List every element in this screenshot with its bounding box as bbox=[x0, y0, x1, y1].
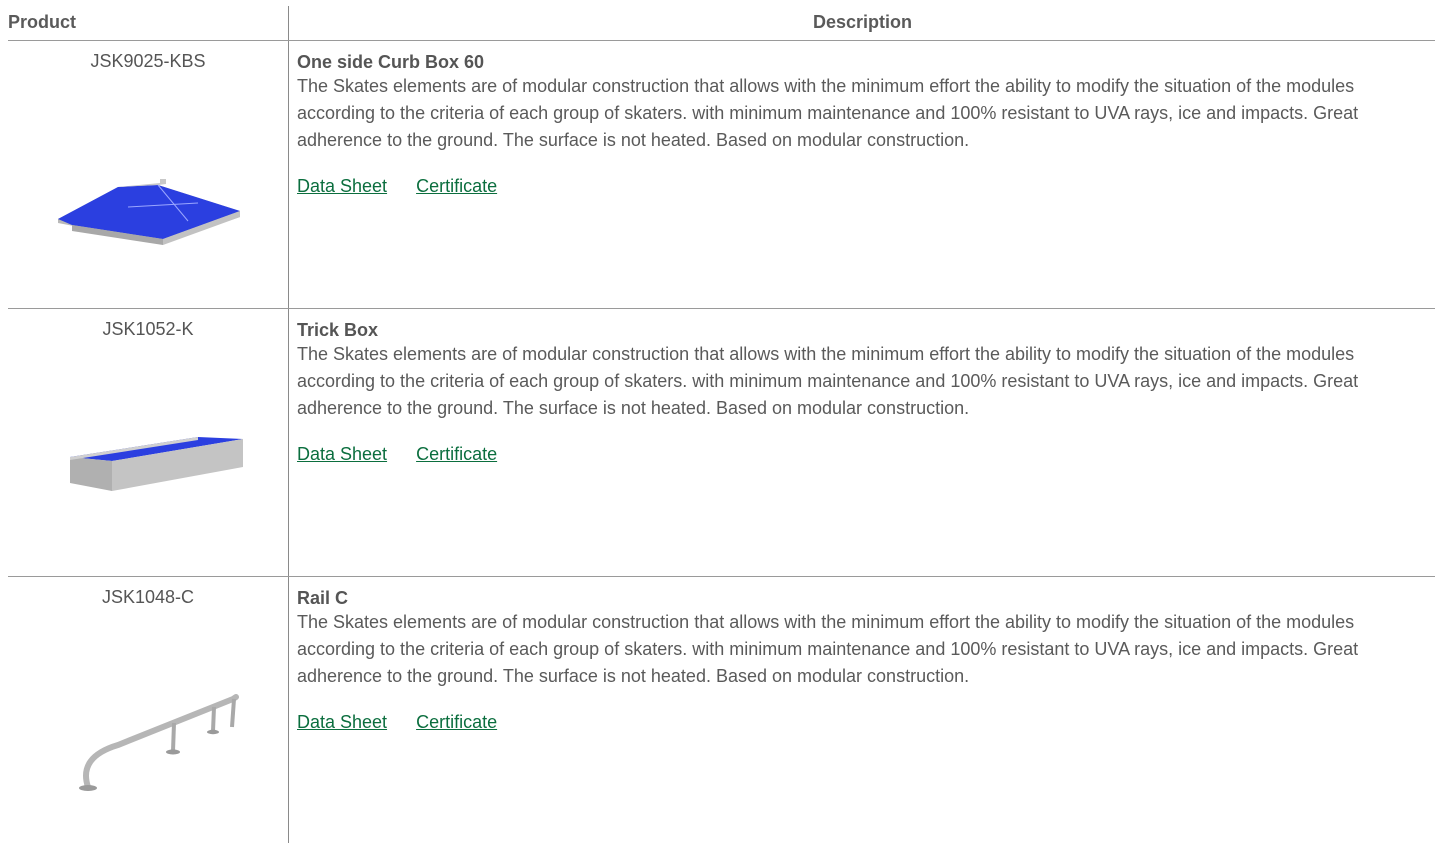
product-links: Data Sheet Certificate bbox=[297, 173, 1421, 200]
product-code: JSK1052-K bbox=[102, 319, 194, 339]
product-name: One side Curb Box 60 bbox=[297, 52, 485, 72]
product-code: JSK1048-C bbox=[101, 587, 195, 607]
table-row: JSK1048-C Rail C The Skates elements are… bbox=[8, 577, 1435, 842]
product-description: Rail C The Skates elements are of modula… bbox=[297, 587, 1421, 736]
table-row: JSK9025-KBS One side Curb Box 60 The Ska… bbox=[8, 41, 1435, 309]
header-description: Description bbox=[812, 12, 913, 32]
header-product: Product bbox=[8, 12, 77, 32]
data-sheet-link[interactable]: Data Sheet bbox=[297, 444, 387, 464]
table-row: JSK1052-K Trick Box The Skates elements … bbox=[8, 309, 1435, 577]
product-links: Data Sheet Certificate bbox=[297, 709, 1421, 736]
data-sheet-link[interactable]: Data Sheet bbox=[297, 712, 387, 732]
product-description-text: The Skates elements are of modular const… bbox=[297, 612, 1359, 686]
trick-box-image bbox=[70, 437, 243, 491]
product-description: One side Curb Box 60 The Skates elements… bbox=[297, 51, 1421, 200]
certificate-link[interactable]: Certificate bbox=[416, 176, 497, 196]
table-header: Product Description bbox=[8, 6, 1435, 41]
product-links: Data Sheet Certificate bbox=[297, 441, 1421, 468]
product-description: Trick Box The Skates elements are of mod… bbox=[297, 319, 1421, 468]
product-description-text: The Skates elements are of modular const… bbox=[297, 76, 1359, 150]
curb-box-image bbox=[58, 179, 240, 245]
product-table: Product Description JSK9025-KBS One side… bbox=[8, 6, 1435, 843]
product-name: Trick Box bbox=[297, 320, 379, 340]
product-description-text: The Skates elements are of modular const… bbox=[297, 344, 1359, 418]
product-name: Rail C bbox=[297, 588, 349, 608]
certificate-link[interactable]: Certificate bbox=[416, 712, 497, 732]
product-code: JSK9025-KBS bbox=[90, 51, 206, 71]
certificate-link[interactable]: Certificate bbox=[416, 444, 497, 464]
rail-image bbox=[79, 694, 239, 791]
data-sheet-link[interactable]: Data Sheet bbox=[297, 176, 387, 196]
